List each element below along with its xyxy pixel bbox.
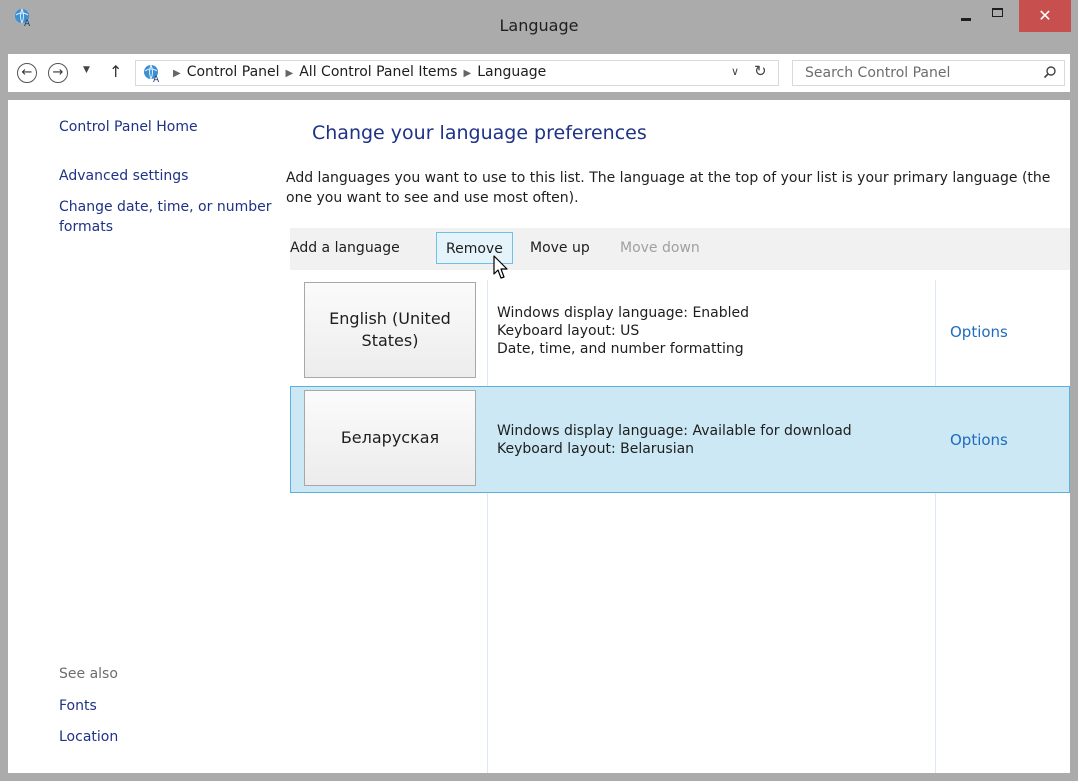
- display-language-status: Windows display language: Available for …: [497, 423, 852, 439]
- svg-text:A: A: [153, 75, 160, 83]
- back-button[interactable]: ←: [17, 63, 37, 83]
- breadcrumb-separator-icon: ▶: [285, 68, 294, 79]
- language-tile[interactable]: English (United States): [304, 282, 476, 378]
- options-link[interactable]: Options: [950, 323, 1008, 341]
- change-date-time-link[interactable]: Change date, time, or number formats: [59, 197, 289, 237]
- display-language-status: Windows display language: Enabled: [497, 305, 750, 321]
- search-icon[interactable]: [1043, 65, 1057, 79]
- breadcrumb-language[interactable]: Language: [477, 64, 546, 80]
- options-link[interactable]: Options: [950, 431, 1008, 449]
- language-tile[interactable]: Беларуская: [304, 390, 476, 486]
- breadcrumb-control-panel[interactable]: Control Panel: [187, 64, 280, 80]
- navigation-bar: ← → ▼ ↑ A ▶ Control Panel ▶ All Control Pan…: [8, 54, 1070, 92]
- address-bar[interactable]: A ▶ Control Panel ▶ All Control Panel Items…: [135, 60, 779, 86]
- language-details: Windows display language: Enabled Keyboa…: [497, 304, 749, 358]
- breadcrumb-separator-icon: ▶: [173, 68, 181, 79]
- sidebar: Control Panel Home Advanced settings Cha…: [8, 100, 288, 773]
- search-input[interactable]: [793, 61, 1045, 85]
- move-up-button[interactable]: Move up: [530, 240, 590, 256]
- breadcrumb-separator-icon: ▶: [463, 68, 472, 79]
- address-dropdown-icon[interactable]: ∨: [731, 65, 739, 78]
- language-name: Беларуская: [340, 428, 440, 447]
- language-row[interactable]: English (United States) Windows display …: [290, 280, 1070, 380]
- advanced-settings-link[interactable]: Advanced settings: [59, 168, 188, 184]
- minimize-button[interactable]: [955, 0, 981, 32]
- content-area: Control Panel Home Advanced settings Cha…: [8, 100, 1070, 773]
- maximize-button[interactable]: [986, 0, 1014, 32]
- move-down-button: Move down: [620, 240, 700, 256]
- page-description: Add languages you want to use to this li…: [286, 170, 1051, 206]
- language-list: English (United States) Windows display …: [290, 270, 1070, 773]
- control-panel-globe-icon: A: [144, 64, 160, 83]
- refresh-icon[interactable]: ↻: [754, 62, 767, 80]
- see-also-label: See also: [59, 666, 118, 682]
- mouse-cursor-icon: [493, 255, 508, 279]
- recent-locations-button[interactable]: ▼: [83, 65, 90, 75]
- control-panel-home-link[interactable]: Control Panel Home: [59, 119, 198, 135]
- formatting-info: Date, time, and number formatting: [497, 341, 744, 357]
- fonts-link[interactable]: Fonts: [59, 698, 97, 714]
- window-title: Language: [499, 16, 579, 35]
- keyboard-layout: Keyboard layout: Belarusian: [497, 441, 695, 457]
- language-details: Windows display language: Available for …: [497, 422, 852, 458]
- forward-button[interactable]: →: [48, 63, 68, 83]
- page-title: Change your language preferences: [312, 122, 647, 144]
- language-toolbar: Add a language Remove Move up Move down: [290, 228, 1070, 270]
- language-window: A Language ✕ ← → ▼ ↑ A ▶ Control Panel ▶ Al…: [0, 0, 1078, 781]
- location-link[interactable]: Location: [59, 729, 118, 745]
- breadcrumb-all-items[interactable]: All Control Panel Items: [299, 64, 457, 80]
- keyboard-layout: Keyboard layout: US: [497, 323, 640, 339]
- title-bar[interactable]: A Language ✕: [0, 0, 1078, 50]
- up-button[interactable]: ↑: [109, 62, 122, 81]
- close-button[interactable]: ✕: [1019, 0, 1071, 32]
- add-language-button[interactable]: Add a language: [290, 240, 400, 256]
- language-row-selected[interactable]: Беларуская Windows display language: Ava…: [290, 386, 1070, 493]
- search-box[interactable]: [792, 60, 1065, 86]
- language-name: English (United States): [329, 309, 451, 350]
- breadcrumb: ▶ Control Panel ▶ All Control Panel Items ▶ L…: [167, 64, 546, 80]
